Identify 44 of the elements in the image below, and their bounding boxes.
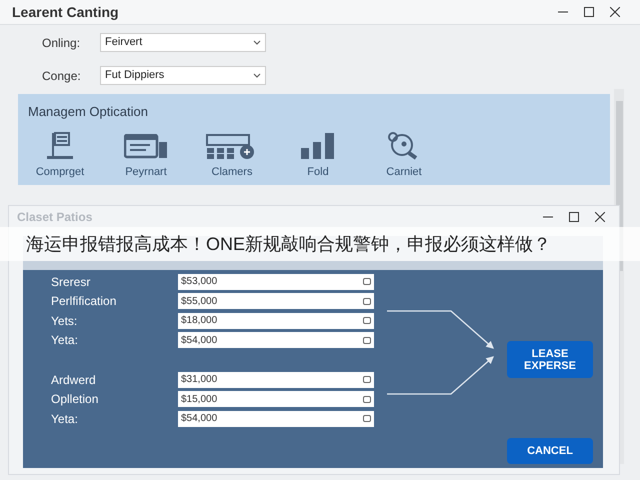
headline-banner: 海运申报错报高成本！ONE新规敲响合规警钟，申报必须这样做？ xyxy=(0,227,640,261)
amount-field[interactable]: $54,000 xyxy=(178,332,374,348)
square-icon xyxy=(363,298,371,305)
option-label[interactable]: Fold xyxy=(307,164,329,180)
square-icon xyxy=(363,317,371,324)
close-icon[interactable] xyxy=(595,212,605,222)
amount-field[interactable]: $18,000 xyxy=(178,312,374,329)
square-icon xyxy=(363,396,371,403)
option-label[interactable]: Clamers xyxy=(212,164,252,180)
amount-field[interactable]: $15,000 xyxy=(178,391,374,408)
amount-field[interactable]: $31,000 xyxy=(178,372,374,388)
square-icon xyxy=(363,415,371,422)
amount-field[interactable]: $53,000 xyxy=(178,274,374,290)
action-button[interactable]: CANCEL xyxy=(507,438,593,464)
field-label: Onling: xyxy=(42,34,82,52)
square-icon xyxy=(363,278,371,286)
maximize-icon[interactable] xyxy=(569,212,579,222)
dialog-title: Claset Patios xyxy=(17,209,92,226)
option-label[interactable]: Peyrnart xyxy=(125,164,167,180)
panel-title: Managem Optication xyxy=(28,103,149,121)
amount-field[interactable]: $55,000 xyxy=(178,293,374,310)
option-label[interactable]: Carniet xyxy=(386,164,422,180)
maximize-icon[interactable] xyxy=(584,7,594,17)
row-label: Yeta: xyxy=(51,332,79,350)
dropdown[interactable]: Fut Dippiers xyxy=(100,66,266,85)
chevron-icon xyxy=(253,73,261,78)
row-label: Perlfification xyxy=(51,293,118,310)
chevron-icon xyxy=(253,40,261,45)
dropdown[interactable]: Feirvert xyxy=(100,33,266,52)
card-stack-icon[interactable] xyxy=(124,134,168,160)
option-label[interactable]: Comprget xyxy=(36,164,84,180)
row-label: Yeta: xyxy=(51,410,79,428)
row-label: Oplletion xyxy=(51,391,100,408)
amount-field[interactable]: $54,000 xyxy=(178,410,374,427)
row-label: Sreresr xyxy=(51,274,92,291)
window-title: Learent Canting xyxy=(12,2,119,22)
field-label: Conge: xyxy=(42,68,82,84)
close-icon[interactable] xyxy=(610,7,620,17)
action-button[interactable]: LEASE EXPERSE xyxy=(507,341,593,378)
row-label: Ardwerd xyxy=(51,372,97,389)
square-icon xyxy=(363,336,371,344)
square-icon xyxy=(363,376,371,384)
row-label: Yets: xyxy=(51,312,78,330)
bar-chart-icon[interactable] xyxy=(300,132,336,160)
